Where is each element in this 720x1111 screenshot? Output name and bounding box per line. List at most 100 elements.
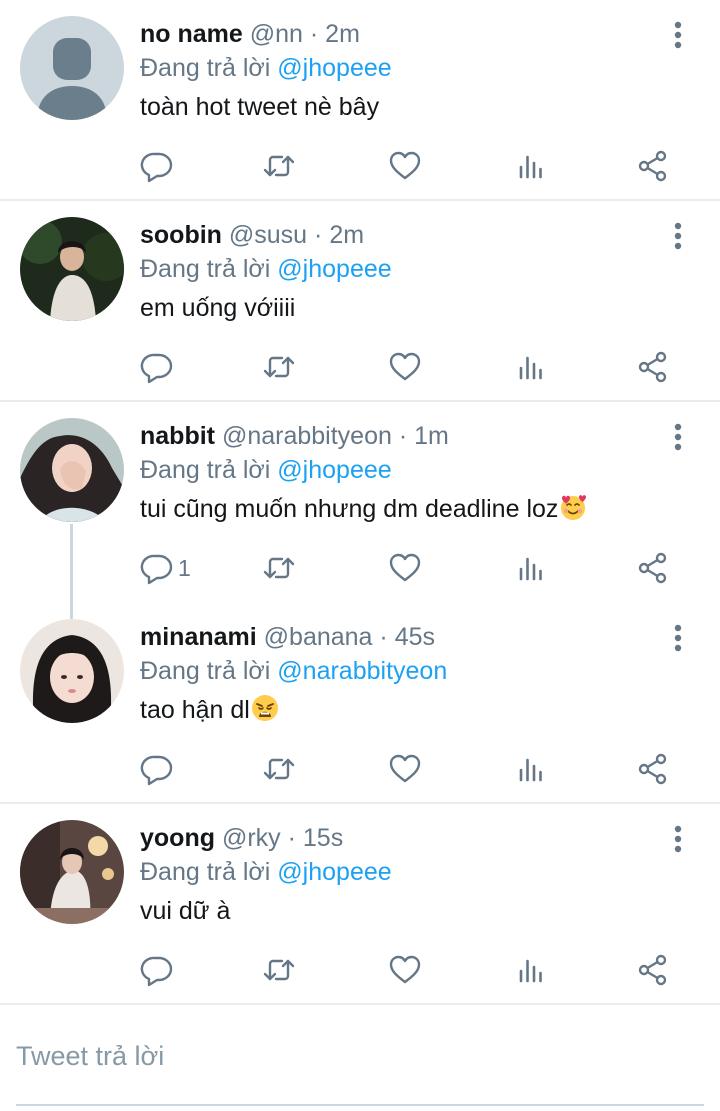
reply-icon <box>140 152 173 183</box>
retweet-button[interactable] <box>262 749 296 789</box>
reply-count: 1 <box>178 554 191 581</box>
reply-composer <box>0 1010 720 1111</box>
avatar[interactable] <box>20 217 124 321</box>
more-options-icon[interactable] <box>672 824 684 854</box>
tweet-time[interactable]: 2m <box>329 221 364 249</box>
tweet-text-row: tao hận dl <box>140 693 660 727</box>
retweet-button[interactable] <box>262 146 296 186</box>
dot-separator: · <box>398 422 408 450</box>
share-icon <box>638 150 667 182</box>
like-button[interactable] <box>388 548 422 588</box>
share-button[interactable] <box>636 347 670 387</box>
tweet-time[interactable]: 2m <box>325 20 360 48</box>
action-bar <box>140 347 680 387</box>
heart-icon <box>389 754 421 783</box>
tweet-text: tao hận dl <box>140 696 250 724</box>
analytics-icon <box>519 557 542 581</box>
share-button[interactable] <box>636 950 670 990</box>
more-options-icon[interactable] <box>672 422 684 452</box>
default-avatar-icon <box>20 16 124 120</box>
heart-icon <box>389 151 421 180</box>
share-icon <box>638 954 667 986</box>
author-name[interactable]: minanami <box>140 623 257 651</box>
tweet-text: tui cũng muốn nhưng dm deadline loz <box>140 495 559 523</box>
share-icon <box>638 552 667 584</box>
replying-to-mention[interactable]: @jhopeee <box>277 858 391 886</box>
like-button[interactable] <box>388 749 422 789</box>
replying-to-label: Đang trả lời <box>140 255 271 283</box>
tweet-text-row: tui cũng muốn nhưng dm deadline loz <box>140 492 660 526</box>
retweet-button[interactable] <box>262 548 296 588</box>
retweet-icon <box>263 155 295 177</box>
author-handle[interactable]: @banana <box>264 623 373 651</box>
share-button[interactable] <box>636 749 670 789</box>
author-handle[interactable]: @nn <box>250 20 303 48</box>
analytics-button[interactable] <box>514 548 548 588</box>
dot-separator: · <box>379 623 388 651</box>
more-options-icon[interactable] <box>672 221 684 251</box>
avatar[interactable] <box>20 619 124 723</box>
tweet-time[interactable]: 1m <box>414 422 449 450</box>
weary-face-emoji-icon <box>251 695 278 721</box>
replying-to-mention[interactable]: @jhopeee <box>277 456 391 484</box>
tweet-time[interactable]: 15s <box>303 824 343 852</box>
reply-button[interactable] <box>140 950 178 990</box>
author-handle[interactable]: @narabbityeon <box>222 422 392 450</box>
share-button[interactable] <box>636 146 670 186</box>
avatar[interactable] <box>20 418 124 522</box>
replying-to-label: Đang trả lời <box>140 858 271 886</box>
replying-to-label: Đang trả lời <box>140 456 271 484</box>
tweet[interactable]: minanami @banana · 45s Đang trả lời @nar… <box>0 603 720 804</box>
reply-button[interactable] <box>140 146 178 186</box>
analytics-button[interactable] <box>514 347 548 387</box>
replying-to-label: Đang trả lời <box>140 657 271 685</box>
retweet-icon <box>263 758 295 780</box>
tweet[interactable]: yoong @rky · 15s Đang trả lời @jhopeee v… <box>0 804 720 1005</box>
action-bar: 1 <box>140 548 680 588</box>
dot-separator: · <box>309 20 319 48</box>
tweet[interactable]: no name @nn · 2m Đang trả lời @jhopeee t… <box>0 0 720 201</box>
tweet[interactable]: soobin @susu · 2m Đang trả lời @jhopeee … <box>0 201 720 402</box>
replying-to-mention[interactable]: @jhopeee <box>277 54 391 82</box>
analytics-button[interactable] <box>514 749 548 789</box>
share-button[interactable] <box>636 548 670 588</box>
reply-input[interactable] <box>16 1034 704 1078</box>
tweet-time[interactable]: 45s <box>395 623 435 651</box>
author-handle[interactable]: @rky <box>222 824 281 852</box>
like-button[interactable] <box>388 950 422 990</box>
reply-icon <box>140 554 173 585</box>
reply-button[interactable] <box>140 347 178 387</box>
retweet-button[interactable] <box>262 347 296 387</box>
replying-to-mention[interactable]: @narabbityeon <box>277 657 447 685</box>
action-bar <box>140 950 680 990</box>
analytics-icon <box>519 959 542 983</box>
author-name[interactable]: no name <box>140 20 243 48</box>
replying-to-mention[interactable]: @jhopeee <box>277 255 391 283</box>
replying-to-label: Đang trả lời <box>140 54 271 82</box>
analytics-button[interactable] <box>514 146 548 186</box>
reply-icon <box>140 353 173 384</box>
author-name[interactable]: yoong <box>140 824 215 852</box>
input-underline <box>16 1104 704 1106</box>
avatar[interactable] <box>20 16 124 120</box>
tweet-text: toàn hot tweet nè bây <box>140 93 380 121</box>
heart-icon <box>389 955 421 984</box>
like-button[interactable] <box>388 146 422 186</box>
more-options-icon[interactable] <box>672 20 684 50</box>
avatar[interactable] <box>20 820 124 924</box>
reply-button[interactable]: 1 <box>140 548 191 588</box>
author-handle[interactable]: @susu <box>229 221 307 249</box>
more-options-icon[interactable] <box>672 623 684 653</box>
retweet-icon <box>263 557 295 579</box>
tweet[interactable]: nabbit @narabbityeon · 1m Đang trả lời @… <box>0 402 720 624</box>
reply-button[interactable] <box>140 749 178 789</box>
author-name[interactable]: nabbit <box>140 422 215 450</box>
like-button[interactable] <box>388 347 422 387</box>
retweet-button[interactable] <box>262 950 296 990</box>
reply-icon <box>140 956 173 987</box>
author-name[interactable]: soobin <box>140 221 222 249</box>
smiling-face-with-hearts-emoji-icon <box>561 495 587 520</box>
analytics-button[interactable] <box>514 950 548 990</box>
action-bar <box>140 146 680 186</box>
tweet-text: em uống vớiiii <box>140 294 296 322</box>
